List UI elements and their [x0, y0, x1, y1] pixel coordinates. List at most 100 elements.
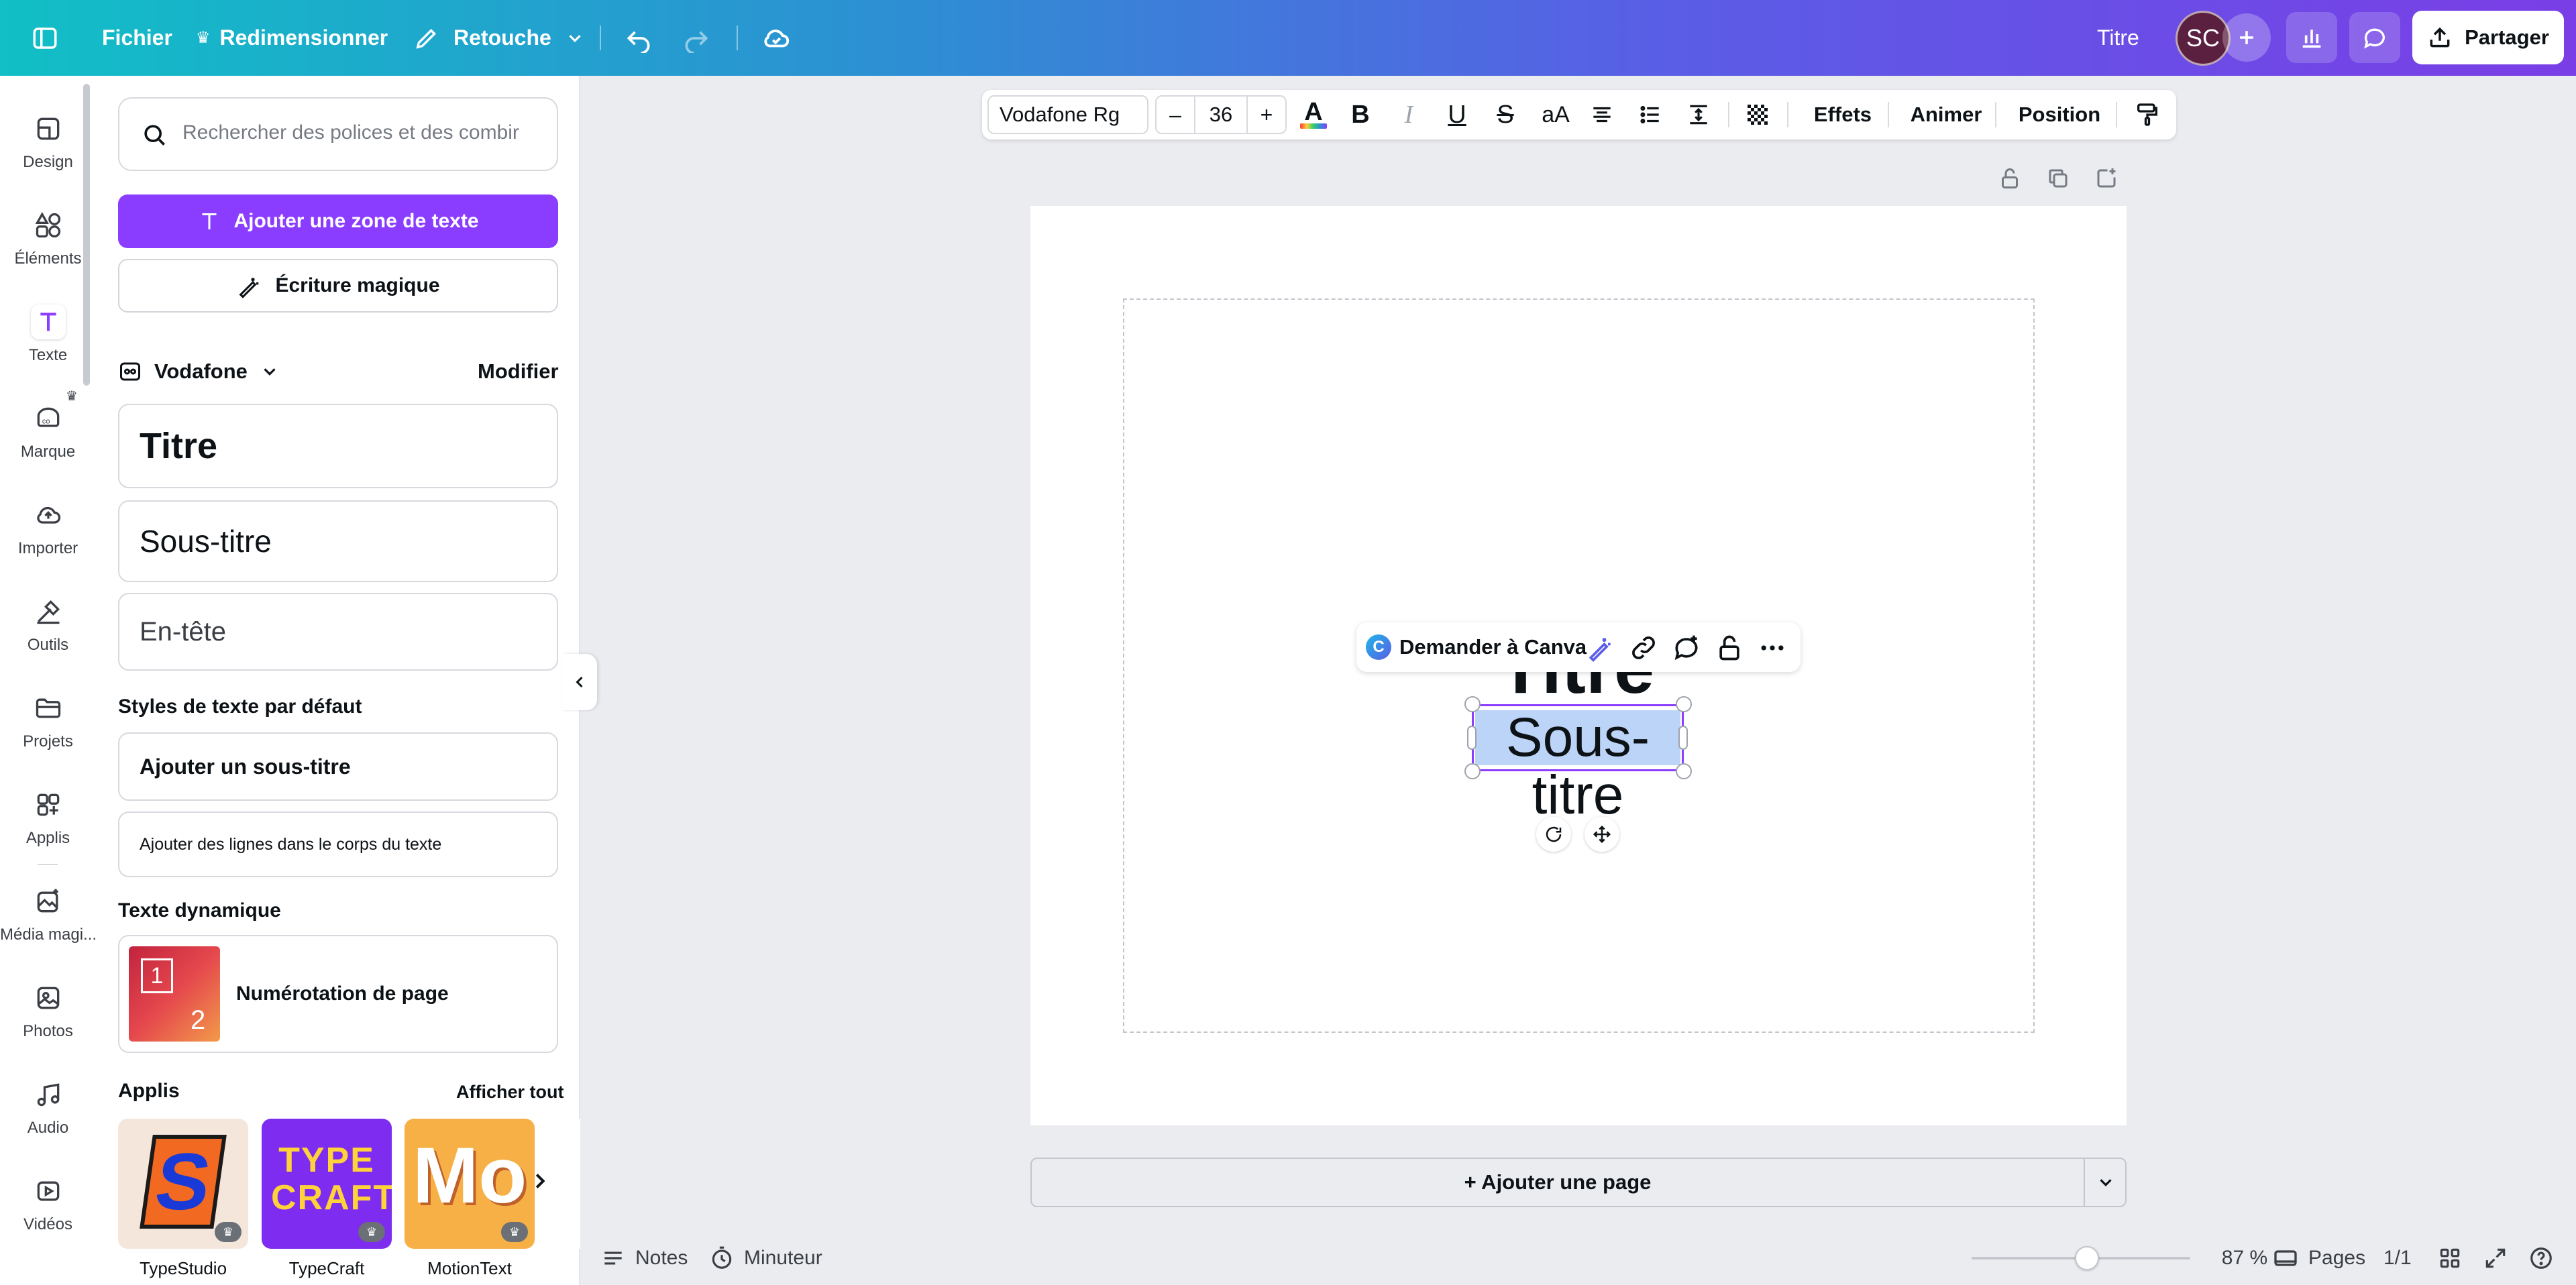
audio-icon — [31, 1077, 66, 1112]
page-numbering-item[interactable]: 1 2 Numérotation de page — [118, 935, 558, 1053]
panel-scrollbar[interactable] — [83, 84, 90, 386]
brand-style-title[interactable]: Titre — [118, 404, 558, 488]
add-page-button[interactable]: + Ajouter une page — [1032, 1159, 2084, 1206]
subtitle-selection-box[interactable]: Sous-titre — [1472, 704, 1684, 824]
cloud-saved-icon[interactable] — [761, 0, 792, 76]
font-search-field[interactable]: Rechercher des polices et des combir — [118, 97, 558, 171]
comment-icon[interactable] — [2349, 12, 2400, 63]
zoom-level[interactable]: 87 % — [2208, 1231, 2282, 1285]
app-tile-typecraft[interactable]: TYPE CRAFT ♛ — [262, 1119, 392, 1249]
rail-item-elements[interactable]: Éléments — [0, 194, 96, 291]
ask-canva-button[interactable]: Demander à Canva — [1399, 622, 1587, 672]
notes-button[interactable]: Notes — [600, 1231, 688, 1285]
animate-button[interactable]: Animer — [1898, 90, 1994, 139]
resize-handle[interactable] — [1464, 696, 1481, 712]
bold-icon[interactable]: B — [1342, 90, 1379, 139]
rotate-handle-icon[interactable] — [1536, 817, 1571, 852]
lock-icon[interactable] — [1715, 633, 1744, 663]
invite-plus-icon[interactable] — [2222, 13, 2271, 62]
position-button[interactable]: Position — [2006, 90, 2113, 139]
app-tile-motiontext[interactable]: Mo ♛ — [405, 1119, 535, 1249]
help-icon[interactable] — [2528, 1231, 2554, 1285]
chevron-down-icon[interactable] — [2085, 1159, 2127, 1206]
grid-view-icon[interactable] — [2437, 1231, 2463, 1285]
add-body-item[interactable]: Ajouter des lignes dans le corps du text… — [118, 812, 558, 877]
brand-style-heading[interactable]: En-tête — [118, 593, 558, 671]
rail-item-videos[interactable]: Vidéos — [0, 1160, 96, 1257]
pages-icon — [2272, 1245, 2299, 1272]
magic-write-button[interactable]: Écriture magique — [118, 259, 558, 313]
brand-edit-link[interactable]: Modifier — [478, 359, 559, 384]
undo-icon[interactable] — [624, 0, 653, 76]
add-text-box-button[interactable]: Ajouter une zone de texte — [118, 194, 558, 248]
redo-icon[interactable] — [682, 0, 711, 76]
italic-icon[interactable]: I — [1390, 90, 1428, 139]
lock-page-icon[interactable] — [1998, 166, 2022, 190]
font-size-decrease-button[interactable]: – — [1157, 97, 1194, 133]
app-tile-typestudio[interactable]: S ♛ — [118, 1119, 248, 1249]
zoom-slider-thumb[interactable] — [2075, 1246, 2099, 1270]
add-subtitle-item[interactable]: Ajouter un sous-titre — [118, 732, 558, 801]
page-numbering-label: Numérotation de page — [236, 983, 449, 1005]
side-handle[interactable] — [1678, 726, 1688, 750]
chevron-right-icon[interactable] — [527, 1168, 553, 1194]
spacing-icon[interactable] — [1680, 90, 1717, 139]
side-handle[interactable] — [1467, 726, 1477, 750]
chevron-left-icon — [570, 673, 589, 691]
brand-kit-selector[interactable]: Vodafone — [118, 357, 280, 386]
timer-button[interactable]: Minuteur — [709, 1231, 822, 1285]
underline-icon[interactable]: U — [1438, 90, 1476, 139]
paint-roller-icon[interactable] — [2127, 90, 2168, 139]
link-icon[interactable] — [1629, 633, 1658, 663]
magic-edit-icon[interactable] — [1586, 633, 1615, 663]
rail-item-brand[interactable]: ♛ co Marque — [0, 388, 96, 484]
fullscreen-icon[interactable] — [2483, 1231, 2508, 1285]
add-comment-icon[interactable] — [1672, 633, 1701, 663]
rail-item-magic-media[interactable]: Média magi... — [0, 871, 96, 967]
rail-item-text[interactable]: Texte — [0, 291, 96, 388]
strikethrough-icon[interactable]: S — [1487, 90, 1524, 139]
rail-item-audio[interactable]: Audio — [0, 1064, 96, 1160]
search-icon — [140, 120, 169, 150]
app-name-typecraft: TypeCraft — [288, 1258, 365, 1278]
insights-chart-icon[interactable] — [2286, 12, 2337, 63]
transparency-icon[interactable] — [1739, 90, 1776, 139]
sidebar-toggle-icon[interactable] — [31, 0, 59, 76]
search-input[interactable]: Rechercher des polices et des combir — [182, 121, 545, 144]
align-center-icon[interactable] — [1583, 90, 1621, 139]
move-handle-icon[interactable] — [1585, 817, 1619, 852]
rail-item-projects[interactable]: Projets — [0, 677, 96, 774]
file-menu-button[interactable]: Fichier — [102, 0, 172, 76]
resize-handle[interactable] — [1464, 763, 1481, 779]
subtitle-text[interactable]: Sous-titre — [1474, 708, 1682, 824]
letter-case-button[interactable]: aA — [1534, 90, 1578, 139]
resize-button[interactable]: ♛ Redimensionner — [196, 0, 388, 76]
text-color-button[interactable]: A — [1295, 90, 1332, 139]
chevron-down-icon — [565, 28, 585, 48]
list-icon[interactable] — [1631, 90, 1669, 139]
rail-item-apps[interactable]: Applis — [0, 774, 96, 871]
effects-button[interactable]: Effets — [1799, 90, 1886, 139]
show-all-link[interactable]: Afficher tout — [456, 1082, 564, 1103]
rail-item-upload[interactable]: Importer — [0, 484, 96, 581]
document-title[interactable]: Titre — [2097, 0, 2139, 76]
retouch-button[interactable]: Retouche — [413, 0, 585, 76]
rail-item-design[interactable]: Design — [0, 98, 96, 194]
rail-item-photos[interactable]: Photos — [0, 967, 96, 1064]
resize-handle[interactable] — [1676, 696, 1692, 712]
pages-button[interactable]: Pages — [2272, 1231, 2365, 1285]
elements-icon — [31, 208, 66, 243]
font-size-input[interactable]: 36 — [1194, 97, 1248, 133]
collapse-panel-button[interactable] — [562, 654, 597, 710]
font-size-increase-button[interactable]: + — [1248, 97, 1285, 133]
rail-item-tools[interactable]: Outils — [0, 581, 96, 677]
rail-label: Importer — [17, 539, 78, 557]
font-family-select[interactable]: Vodafone Rg — [987, 95, 1148, 134]
more-options-icon[interactable] — [1758, 633, 1787, 663]
share-button[interactable]: Partager — [2412, 11, 2564, 64]
resize-handle[interactable] — [1676, 763, 1692, 779]
add-page-icon[interactable] — [2094, 166, 2118, 190]
brand-style-subtitle[interactable]: Sous-titre — [118, 500, 558, 582]
duplicate-page-icon[interactable] — [2046, 166, 2070, 190]
ask-canva-context-bar: C Demander à Canva — [1356, 622, 1801, 672]
